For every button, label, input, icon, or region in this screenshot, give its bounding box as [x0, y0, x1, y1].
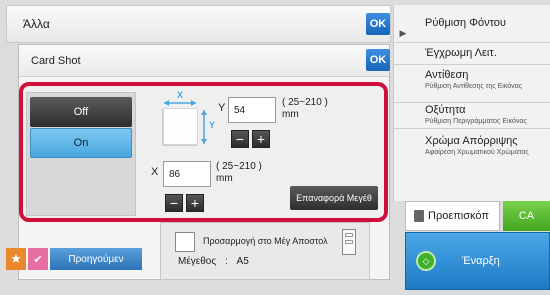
panel-item-sublabel: Ρύθμιση Περιγράμματος Εικόνας	[425, 118, 527, 125]
panel-item-label: Ρύθμιση Φόντου	[425, 17, 506, 29]
x-size-input[interactable]: 86	[163, 161, 211, 187]
size-separator: :	[224, 256, 228, 267]
top-bar: Άλλα	[6, 5, 391, 43]
start-label: Έναρξη	[462, 255, 500, 267]
start-icon: ◇	[416, 251, 436, 271]
top-bar-title: Άλλα	[23, 17, 50, 31]
card-dimension-diagram: X Y	[160, 90, 220, 154]
start-button[interactable]: ◇ Έναρξη	[405, 232, 550, 290]
dialog-ok-button[interactable]: OK	[366, 49, 390, 71]
panel-item-color-drop[interactable]: Χρώμα Απόρριψης Αφαίρεση Χρωματικού Χρώμ…	[394, 129, 550, 169]
diagram-x-label: X	[177, 90, 184, 100]
panel-item-label: Οξύτητα	[425, 104, 466, 116]
panel-item-label: Έγχρωμη Λειτ.	[425, 47, 497, 59]
preview-button[interactable]: Προεπισκόπ	[405, 201, 500, 231]
preview-label: Προεπισκόπ	[428, 210, 489, 222]
panel-item-sharpness[interactable]: Οξύτητα Ρύθμιση Περιγράμματος Εικόνας	[394, 103, 550, 129]
x-range: ( 25~210 ) mm	[216, 161, 262, 185]
y-minus-button[interactable]: −	[231, 130, 249, 148]
x-label: X	[151, 166, 159, 178]
on-button[interactable]: On	[30, 128, 132, 158]
paper-size-readout: Μέγεθος : A5	[178, 256, 249, 267]
x-unit: mm	[216, 173, 233, 184]
dialog-header: Card Shot	[19, 45, 389, 77]
top-ok-button[interactable]: OK	[366, 13, 390, 35]
y-range-text: ( 25~210 )	[282, 97, 328, 108]
screen: Άλλα OK Ρύθμιση Φόντου Έγχρωμη Λειτ. Αντ…	[0, 0, 550, 295]
size-value: A5	[236, 256, 249, 267]
panel-item-color-mode[interactable]: Έγχρωμη Λειτ.	[394, 43, 550, 65]
paper-size-icon	[342, 229, 356, 255]
panel-item-sublabel: Ρύθμιση Αντίθεσης της Εικόνας	[425, 83, 523, 90]
off-button[interactable]: Off	[30, 97, 132, 127]
collapse-arrow-icon[interactable]: ▶	[397, 24, 409, 42]
fit-to-size-checkbox[interactable]	[175, 232, 195, 252]
y-label: Y	[218, 102, 226, 114]
panel-item-sublabel: Αφαίρεση Χρωματικού Χρώματος	[425, 149, 529, 156]
settings-panel: Ρύθμιση Φόντου Έγχρωμη Λειτ. Αντίθεση Ρύ…	[393, 5, 550, 201]
previous-button[interactable]: Προηγούμεν	[50, 248, 142, 270]
x-plus-button[interactable]: +	[186, 194, 204, 212]
dialog-title: Card Shot	[31, 54, 81, 67]
y-range: ( 25~210 ) mm	[282, 97, 328, 121]
panel-item-contrast[interactable]: Αντίθεση Ρύθμιση Αντίθεσης της Εικόνας	[394, 65, 550, 103]
clear-all-button[interactable]: CA	[503, 201, 550, 231]
panel-item-label: Χρώμα Απόρριψης	[425, 135, 518, 147]
x-range-text: ( 25~210 )	[216, 161, 262, 172]
panel-item-label: Αντίθεση	[425, 69, 469, 81]
y-unit: mm	[282, 109, 299, 120]
panel-item-background[interactable]: Ρύθμιση Φόντου	[394, 5, 550, 43]
y-plus-button[interactable]: +	[252, 130, 270, 148]
size-label: Μέγεθος	[178, 256, 217, 267]
preview-icon	[414, 210, 424, 222]
check-icon[interactable]: ✔	[28, 248, 48, 270]
y-size-input[interactable]: 54	[228, 97, 276, 123]
diagram-y-label: Y	[209, 120, 216, 130]
fit-to-size-label: Προσαρμογή στο Μέγ Αποστολ	[203, 236, 328, 246]
x-minus-button[interactable]: −	[165, 194, 183, 212]
reset-size-button[interactable]: Επαναφορά Μεγέθ	[290, 186, 378, 210]
favorite-star-icon[interactable]: ★	[6, 248, 26, 270]
